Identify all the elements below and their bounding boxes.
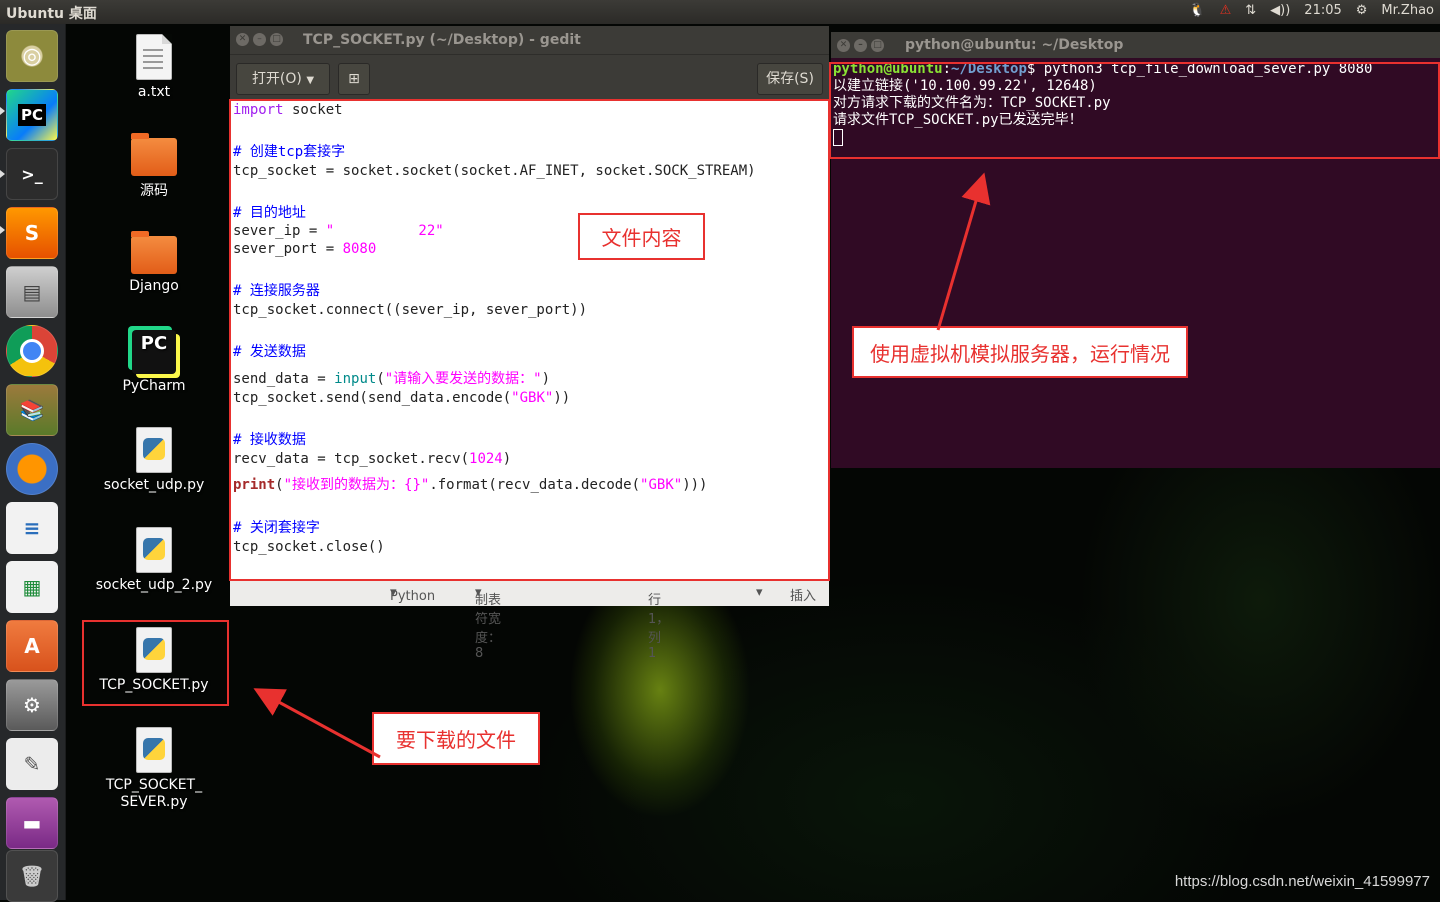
watermark: https://blog.csdn.net/weixin_41599977	[1174, 873, 1430, 890]
file-arrow	[253, 688, 381, 759]
annotation-arrows	[253, 172, 991, 759]
server-arrow	[936, 172, 991, 331]
